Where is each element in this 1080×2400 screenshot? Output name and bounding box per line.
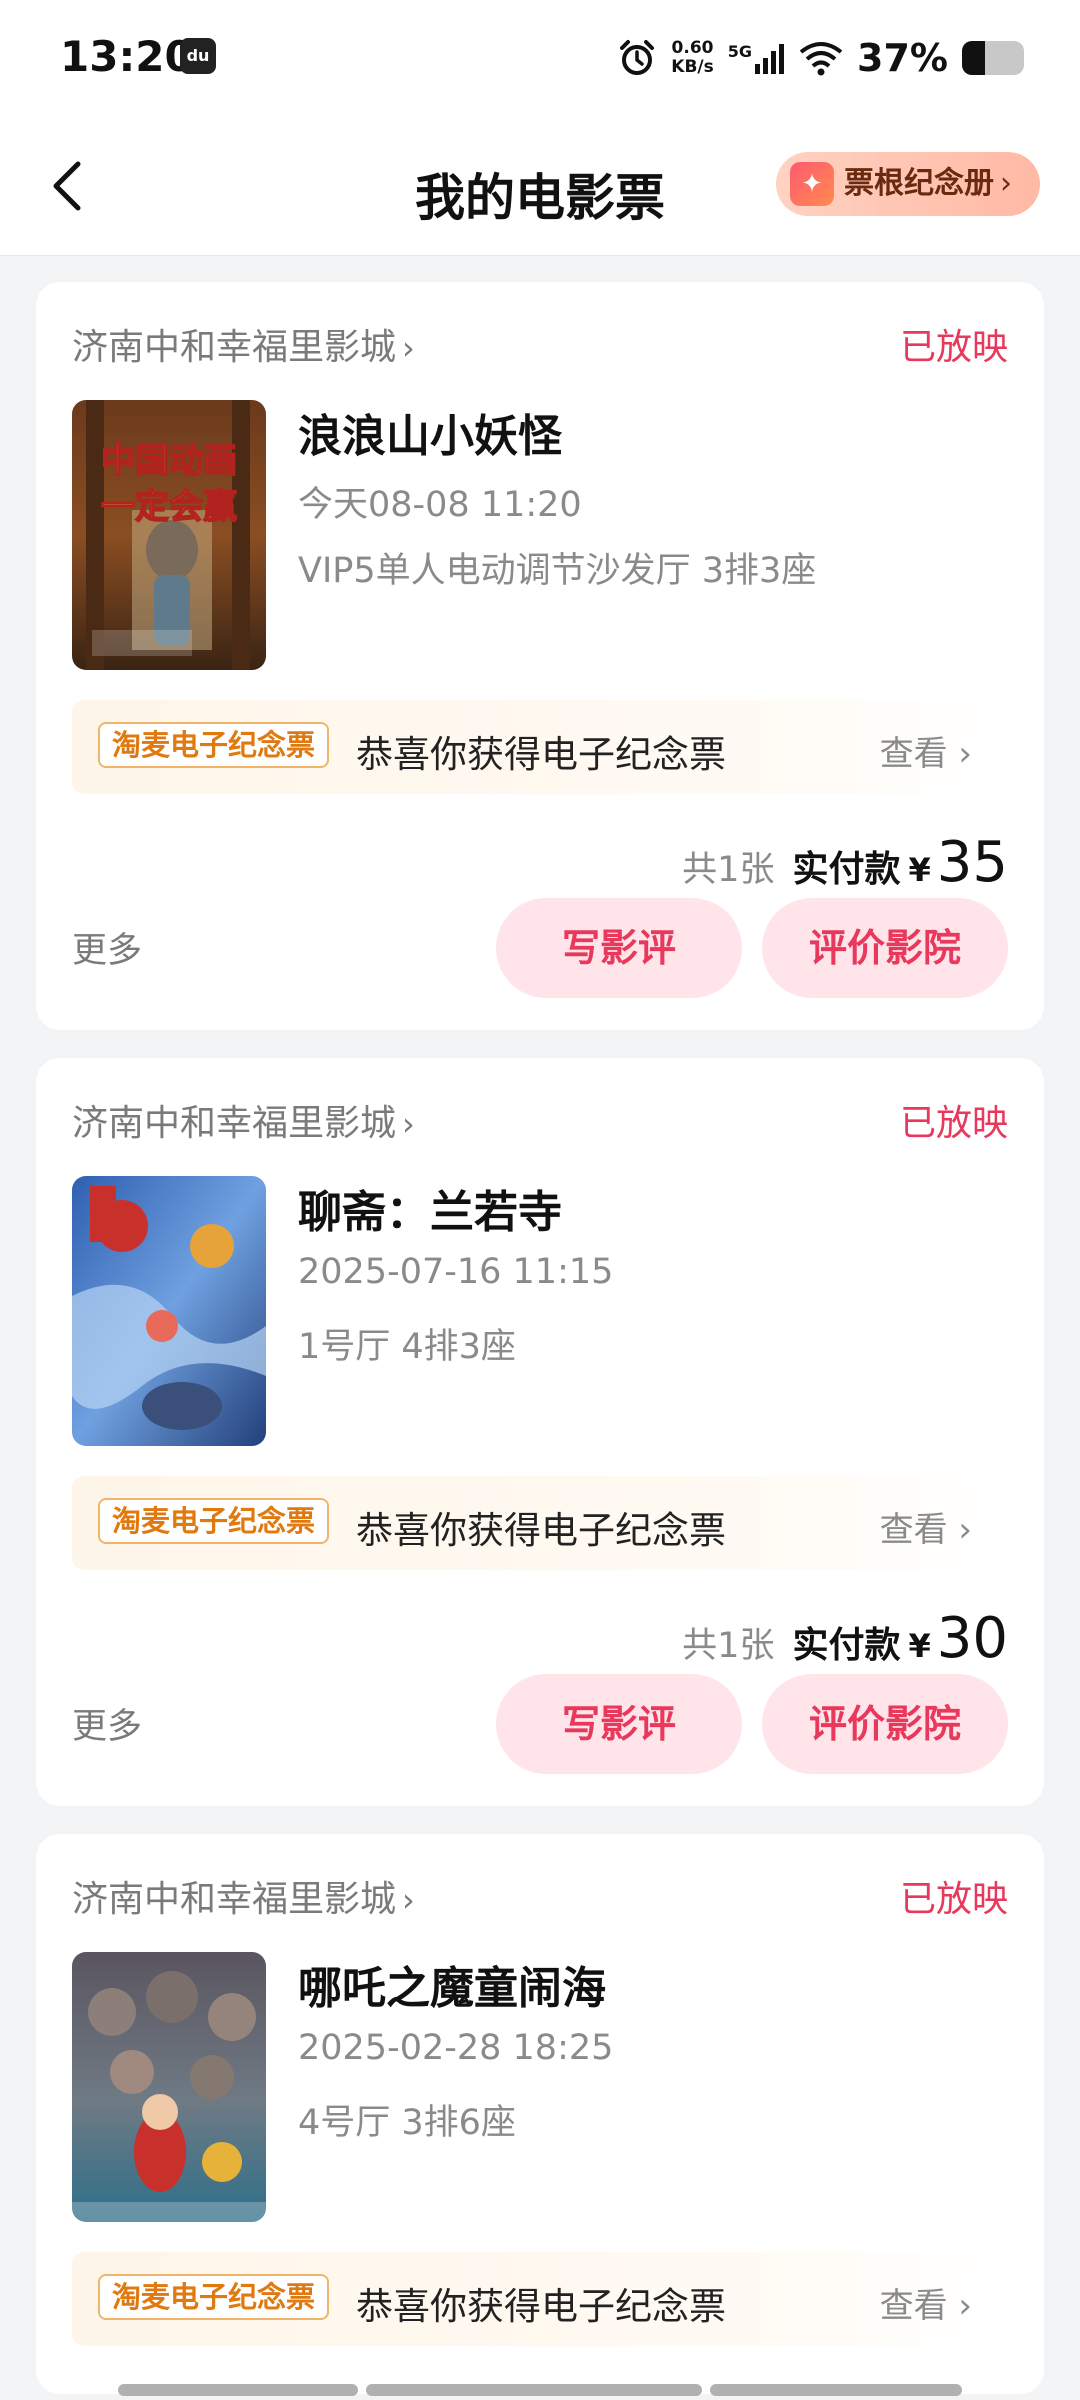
ticket-status: 已放映 (899, 1103, 1008, 1144)
cellular-signal-icon: 5G (728, 42, 785, 74)
paid-label: 实付款 (792, 1625, 901, 1666)
ticket-status: 已放映 (899, 1879, 1008, 1920)
ticket-status: 已放映 (899, 327, 1008, 368)
battery-icon (962, 41, 1024, 75)
seat-info: 1号厅 4排3座 (298, 1327, 516, 1367)
paid-amount: 30 (936, 1606, 1008, 1671)
status-time: 13:20 (60, 32, 194, 81)
sparkle-icon: ✦ (790, 162, 834, 206)
ticket-quantity: 共1张 (682, 850, 775, 890)
rate-cinema-button[interactable]: 评价影院 (762, 1674, 1008, 1774)
gesture-bar (118, 2384, 962, 2396)
souvenir-tag: 淘麦电子纪念票 (98, 1498, 330, 1544)
show-time: 今天08-08 11:20 (298, 485, 582, 525)
souvenir-tag: 淘麦电子纪念票 (98, 2274, 330, 2320)
seat-info: 4号厅 3排6座 (298, 2103, 516, 2143)
paid-amount: 35 (936, 830, 1008, 895)
movie-title: 浪浪山小妖怪 (298, 411, 562, 462)
svg-text:中国动画: 中国动画 (101, 441, 237, 481)
cinema-link[interactable]: 济南中和幸福里影城 › (72, 318, 415, 370)
status-bar: 13:20 du 0.60 KB/s 5G 37% (0, 0, 1080, 116)
wifi-icon (799, 42, 843, 76)
network-speed: 0.60 KB/s (671, 38, 714, 77)
chevron-right-icon: › (402, 1881, 415, 1919)
more-button[interactable]: 更多 (72, 1698, 142, 1749)
chevron-right-icon: › (402, 329, 415, 367)
svg-text:一定会赢: 一定会赢 (101, 487, 237, 527)
price-summary: 共1张 实付款 ¥ 30 (682, 1606, 1008, 1671)
seat-info: VIP5单人电动调节沙发厅 3排3座 (298, 551, 817, 591)
ticket-card[interactable]: 济南中和幸福里影城 › 已放映 中国动画 一定会赢 浪浪山小妖怪 今天08-08… (36, 282, 1044, 1030)
movie-title: 聊斋：兰若寺 (298, 1187, 562, 1238)
cinema-link[interactable]: 济南中和幸福里影城 › (72, 1094, 415, 1146)
chevron-right-icon: › (958, 734, 972, 774)
view-souvenir-link[interactable]: 查看 › (880, 1502, 972, 1551)
currency-symbol: ¥ (908, 1627, 931, 1665)
souvenir-tag: 淘麦电子纪念票 (98, 722, 330, 768)
top-navigation-bar: 我的电影票 ✦ 票根纪念册 › (0, 116, 1080, 256)
battery-percent: 37% (857, 36, 948, 80)
movie-poster[interactable] (72, 1952, 266, 2222)
movie-poster[interactable]: 中国动画 一定会赢 (72, 400, 266, 670)
souvenir-ticket-banner[interactable]: 淘麦电子纪念票 恭喜你获得电子纪念票 查看 › (72, 2252, 1008, 2346)
souvenir-message: 恭喜你获得电子纪念票 (356, 733, 726, 776)
currency-symbol: ¥ (908, 851, 931, 889)
movie-title: 哪吒之魔童闹海 (298, 1963, 606, 2014)
cinema-link[interactable]: 济南中和幸福里影城 › (72, 1870, 415, 1922)
alarm-icon (620, 40, 655, 75)
chevron-right-icon: › (402, 1105, 415, 1143)
souvenir-message: 恭喜你获得电子纪念票 (356, 2285, 726, 2328)
app-notification-icon: du (180, 38, 216, 74)
status-icons: 0.60 KB/s 5G 37% (617, 30, 1024, 86)
souvenir-message: 恭喜你获得电子纪念票 (356, 1509, 726, 1552)
paid-label: 实付款 (792, 849, 901, 890)
ticket-card[interactable]: 济南中和幸福里影城 › 已放映 哪吒之魔童闹海 2025-02-28 18:25… (36, 1834, 1044, 2394)
souvenir-ticket-banner[interactable]: 淘麦电子纪念票 恭喜你获得电子纪念票 查看 › (72, 700, 1008, 794)
write-review-button[interactable]: 写影评 (496, 1674, 742, 1774)
ticket-card[interactable]: 济南中和幸福里影城 › 已放映 聊斋：兰若寺 2025-07-16 11:15 1… (36, 1058, 1044, 1806)
show-time: 2025-07-16 11:15 (298, 1252, 614, 1292)
chevron-right-icon: › (958, 2286, 972, 2326)
rate-cinema-button[interactable]: 评价影院 (762, 898, 1008, 998)
movie-poster[interactable] (72, 1176, 266, 1446)
souvenir-ticket-banner[interactable]: 淘麦电子纪念票 恭喜你获得电子纪念票 查看 › (72, 1476, 1008, 1570)
more-button[interactable]: 更多 (72, 922, 142, 973)
chevron-right-icon: › (958, 1510, 972, 1550)
view-souvenir-link[interactable]: 查看 › (880, 2278, 972, 2327)
ticket-list: 济南中和幸福里影城 › 已放映 中国动画 一定会赢 浪浪山小妖怪 今天08-08… (36, 282, 1044, 2394)
ticket-stub-album-button[interactable]: ✦ 票根纪念册 › (776, 152, 1040, 216)
write-review-button[interactable]: 写影评 (496, 898, 742, 998)
price-summary: 共1张 实付款 ¥ 35 (682, 830, 1008, 895)
chevron-right-icon: › (1000, 166, 1012, 201)
ticket-stub-album-label: 票根纪念册 (844, 166, 994, 201)
view-souvenir-link[interactable]: 查看 › (880, 726, 972, 775)
show-time: 2025-02-28 18:25 (298, 2028, 614, 2068)
ticket-quantity: 共1张 (682, 1626, 775, 1666)
